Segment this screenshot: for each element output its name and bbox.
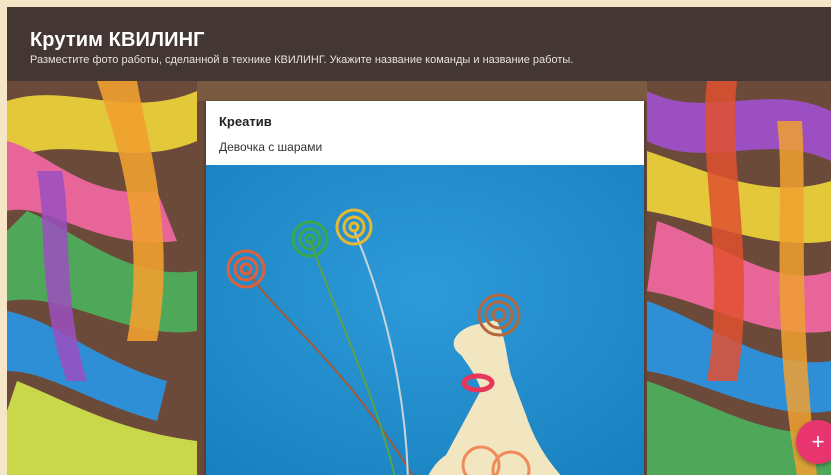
board-description: Разместите фото работы, сделанной в техн… <box>30 54 574 66</box>
post-card[interactable]: Креатив Девочка с шарами <box>206 101 644 475</box>
board-header: Крутим КВИЛИНГ Разместите фото работы, с… <box>7 7 831 81</box>
post-photo[interactable] <box>206 165 644 475</box>
post-caption: Девочка с шарами <box>219 140 323 154</box>
board-title: Крутим КВИЛИНГ <box>30 29 205 51</box>
post-author: Креатив <box>219 114 272 129</box>
padlet-frame: Крутим КВИЛИНГ Разместите фото работы, с… <box>7 7 831 475</box>
wallpaper-area: Креатив Девочка с шарами <box>7 81 831 475</box>
